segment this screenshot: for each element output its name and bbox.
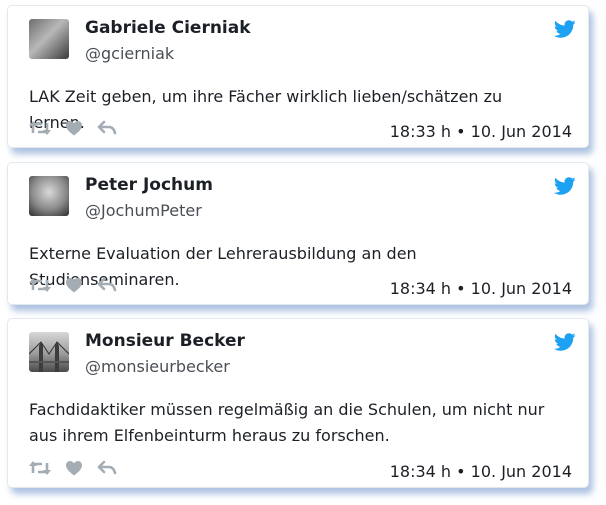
tweet-text: Fachdidaktiker müssen regelmäßig an die …: [29, 400, 545, 445]
retweet-icon[interactable]: [29, 460, 51, 476]
retweet-icon[interactable]: [29, 277, 51, 293]
reply-icon[interactable]: [97, 277, 117, 293]
bridge-photo-icon: [29, 341, 69, 372]
twitter-bird-icon[interactable]: [554, 18, 576, 40]
tweet-actions: [29, 274, 117, 296]
retweet-icon[interactable]: [29, 120, 51, 136]
twitter-bird-icon[interactable]: [554, 331, 576, 353]
twitter-bird-icon[interactable]: [554, 175, 576, 197]
tweet-timestamp[interactable]: 18:34 h • 10. Jun 2014: [390, 279, 572, 298]
reply-icon[interactable]: [97, 120, 117, 136]
author-name[interactable]: Gabriele Cierniak: [85, 18, 251, 38]
author-handle[interactable]: @JochumPeter: [85, 201, 202, 220]
tweet-timestamp[interactable]: 18:33 h • 10. Jun 2014: [390, 122, 572, 141]
reply-icon[interactable]: [97, 460, 117, 476]
like-icon[interactable]: [65, 277, 83, 293]
tweet-timestamp[interactable]: 18:34 h • 10. Jun 2014: [390, 462, 572, 481]
tweet-actions: [29, 117, 117, 139]
like-icon[interactable]: [65, 120, 83, 136]
avatar[interactable]: [29, 332, 69, 372]
avatar[interactable]: [29, 19, 69, 59]
tweet-actions: [29, 457, 117, 479]
tweet-card[interactable]: Gabriele Cierniak @gcierniak LAK Zeit ge…: [7, 5, 589, 148]
avatar[interactable]: [29, 176, 69, 216]
author-name[interactable]: Monsieur Becker: [85, 331, 245, 351]
author-handle[interactable]: @monsieurbecker: [85, 357, 230, 376]
like-icon[interactable]: [65, 460, 83, 476]
tweet-card[interactable]: Monsieur Becker @monsieurbecker Fachdida…: [7, 318, 589, 488]
author-name[interactable]: Peter Jochum: [85, 175, 213, 195]
tweet-card[interactable]: Peter Jochum @JochumPeter Externe Evalua…: [7, 162, 589, 305]
author-handle[interactable]: @gcierniak: [85, 44, 174, 63]
